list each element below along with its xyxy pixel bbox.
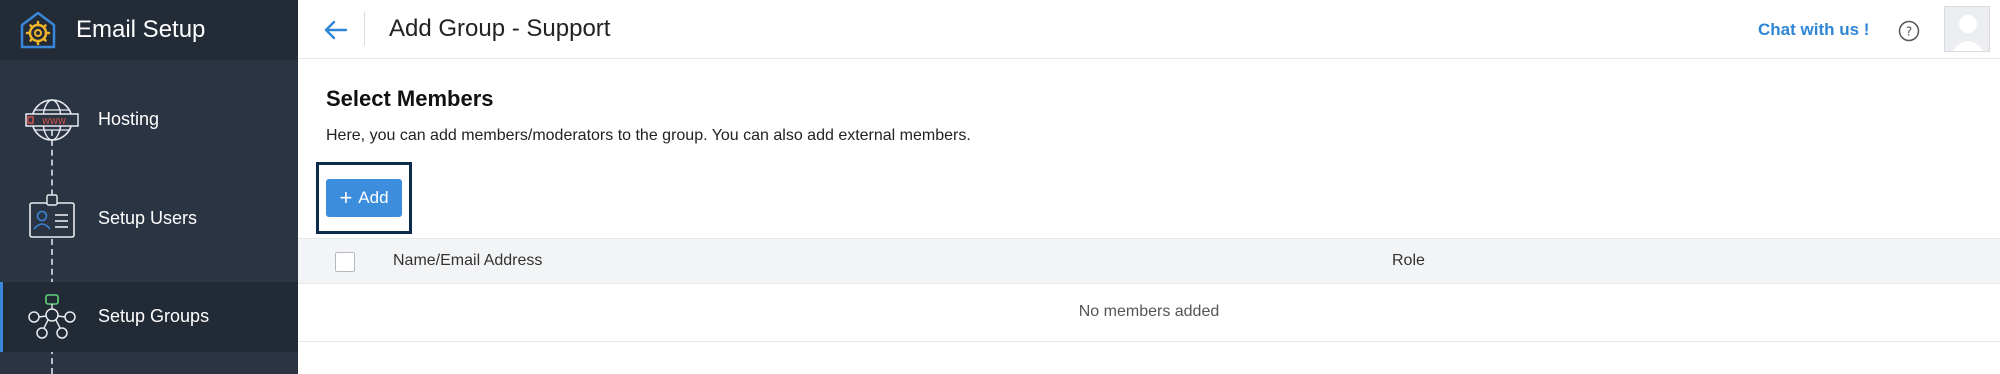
- top-header: Add Group - Support Chat with us ! ?: [298, 0, 2000, 59]
- sidebar-item-setup-groups[interactable]: Setup Groups: [0, 282, 298, 352]
- add-member-button[interactable]: + Add: [326, 179, 402, 217]
- header-divider: [364, 12, 365, 46]
- question-circle-icon[interactable]: ?: [1898, 20, 1920, 42]
- column-header-name: Name/Email Address: [393, 252, 543, 269]
- app-title: Email Setup: [76, 16, 206, 43]
- add-button-highlight: + Add: [316, 162, 412, 234]
- svg-text:?: ?: [1906, 25, 1912, 39]
- section-title: Select Members: [326, 86, 494, 111]
- sidebar-item-label: Setup Groups: [98, 306, 210, 326]
- section-description: Here, you can add members/moderators to …: [326, 127, 971, 144]
- add-button-label: Add: [358, 188, 389, 207]
- sidebar-item-label: Hosting: [98, 109, 160, 129]
- members-table-header: Name/Email Address Role: [298, 238, 2000, 284]
- globe-www-icon: WWW: [25, 99, 79, 141]
- select-all-checkbox[interactable]: [335, 252, 355, 272]
- page-title: Add Group - Support: [389, 15, 611, 42]
- plus-icon: +: [339, 185, 353, 210]
- sidebar: Email Setup WWW Hosting Setup Users Setu…: [0, 0, 298, 374]
- sidebar-item-setup-users[interactable]: Setup Users: [0, 184, 298, 254]
- user-silhouette-icon: [1945, 7, 1989, 51]
- main-content: Select Members Here, you can add members…: [298, 60, 2000, 374]
- sidebar-item-label: Setup Users: [98, 208, 198, 228]
- members-table-empty-row: No members added: [298, 284, 2000, 342]
- sidebar-item-hosting[interactable]: WWW Hosting: [0, 85, 298, 155]
- column-header-role: Role: [1392, 252, 1425, 269]
- id-badge-icon: [29, 194, 75, 238]
- group-network-icon: [28, 294, 76, 339]
- svg-text:WWW: WWW: [42, 117, 66, 126]
- empty-state-message: No members added: [1078, 303, 1220, 320]
- email-setup-gear-icon: [20, 11, 56, 49]
- chat-with-us-link[interactable]: Chat with us !: [1758, 20, 1869, 40]
- arrow-left-icon[interactable]: [320, 14, 352, 46]
- avatar[interactable]: [1944, 6, 1990, 52]
- brand-bar: Email Setup: [0, 0, 298, 60]
